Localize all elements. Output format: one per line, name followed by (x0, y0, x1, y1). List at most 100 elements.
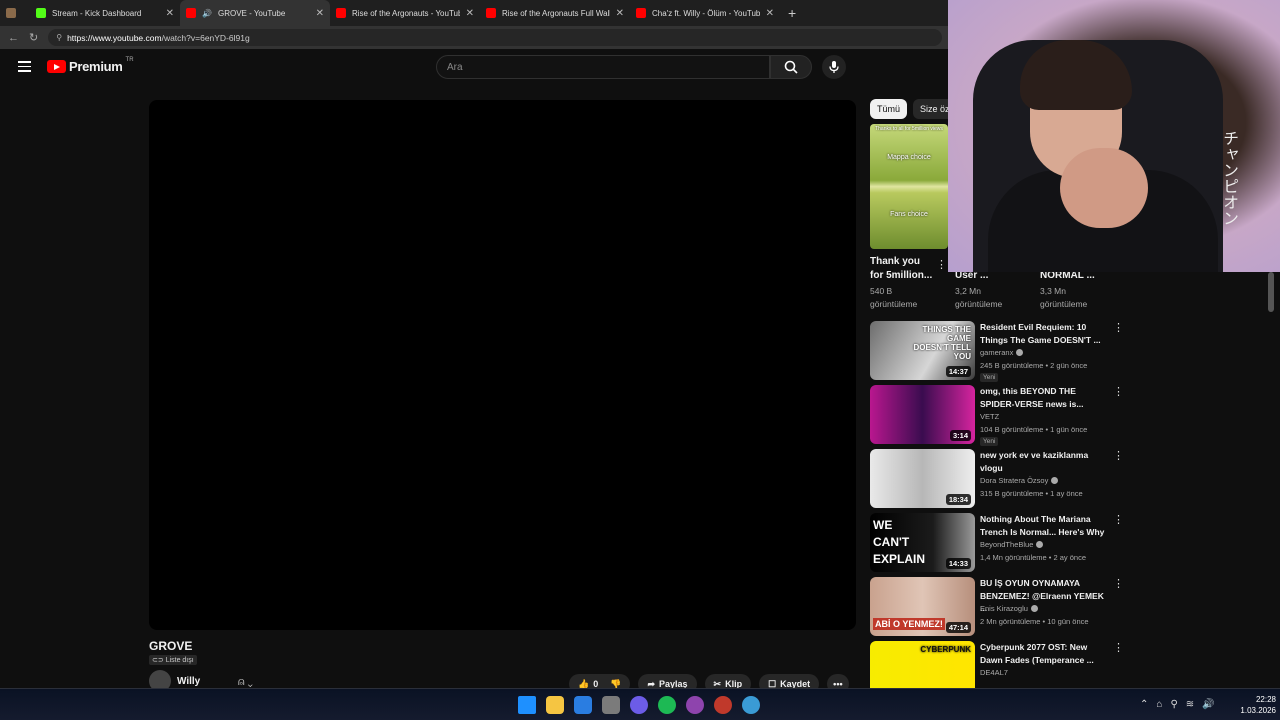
recommended-video[interactable]: WE CAN'T EXPLAIN 14:33 Nothing About The M… (870, 513, 1130, 573)
browser-tab[interactable]: Rise of the Argonauts Full Walkthr ✕ (480, 0, 630, 26)
video-thumbnail[interactable]: 18:34 (870, 449, 975, 508)
tab-audio-icon[interactable]: 🔊 (202, 9, 212, 18)
short-thumb-label-b: Fans choice (890, 211, 928, 218)
tab-title: Cha'z ft. Willy - Ölüm - YouTube (652, 8, 760, 18)
voice-search-button[interactable] (822, 55, 846, 79)
video-menu-icon[interactable]: ⋮ (1113, 641, 1124, 654)
video-thumbnail[interactable]: ABİ O YENMEZ! 47:14 (870, 577, 975, 636)
video-duration: 18:34 (945, 494, 971, 505)
tab-close-icon[interactable]: ✕ (766, 8, 774, 19)
video-thumbnail[interactable]: WE CAN'T EXPLAIN 14:33 (870, 513, 975, 572)
reload-icon[interactable]: ↻ (29, 31, 38, 44)
short-title[interactable]: Thank you for 5million... (870, 255, 932, 283)
youtube-play-icon (47, 60, 66, 73)
browser-tab[interactable]: Cha'z ft. Willy - Ölüm - YouTube ✕ (630, 0, 780, 26)
taskbar-app-icon[interactable] (658, 696, 676, 714)
taskbar-app-icon[interactable] (518, 696, 536, 714)
video-meta: 315 B görüntüleme • 1 ay önce (980, 489, 1083, 498)
browser-tab[interactable] (0, 0, 30, 26)
browser-tab[interactable]: Stream - Kick Dashboard ✕ (30, 0, 180, 26)
taskbar-clock[interactable]: 22:28 1.03.2026 (1236, 694, 1276, 716)
video-duration: 47:14 (945, 622, 971, 633)
page-scrollbar[interactable] (1268, 272, 1274, 312)
back-icon[interactable]: ← (8, 32, 19, 44)
tab-close-icon[interactable]: ✕ (316, 8, 324, 19)
recommended-video[interactable]: THINGS THE GAME DOESN'T TELL YOU 14:37 Res… (870, 321, 1130, 382)
video-menu-icon[interactable]: ⋮ (1113, 321, 1124, 334)
taskbar-app-icon[interactable] (630, 696, 648, 714)
microphone-icon (829, 61, 839, 73)
search-button[interactable] (770, 55, 812, 79)
tab-close-icon[interactable]: ✕ (466, 8, 474, 19)
video-menu-icon[interactable]: ⋮ (1113, 513, 1124, 526)
video-title[interactable]: Nothing About The Mariana Trench Is Norm… (980, 513, 1108, 538)
taskbar-app-icon[interactable] (714, 696, 732, 714)
video-player[interactable] (149, 100, 856, 630)
taskbar-app-icon[interactable] (602, 696, 620, 714)
video-menu-icon[interactable]: ⋮ (1113, 577, 1124, 590)
short-views: 3,3 Mn görüntüleme (1040, 285, 1087, 311)
taskbar-app-icon[interactable] (546, 696, 564, 714)
system-tray: ⌃ ⌂ ⚲ ≋ 🔊 (1140, 699, 1215, 710)
taskbar-apps (518, 696, 760, 714)
verified-icon (1051, 477, 1059, 484)
video-title[interactable]: Cyberpunk 2077 OST: New Dawn Fades (Temp… (980, 641, 1108, 666)
video-thumbnail[interactable]: 3:14 (870, 385, 975, 444)
browser-tab[interactable]: Rise of the Argonauts - YouTube ✕ (330, 0, 480, 26)
recommended-video[interactable]: 18:34 new york ev ve kaziklanma vlogu Dora… (870, 449, 1130, 509)
video-menu-icon[interactable]: ⋮ (1113, 385, 1124, 398)
thumbnail-caption: ABİ O YENMEZ! (873, 618, 945, 630)
site-info-icon[interactable]: ⚲ (56, 33, 62, 42)
verified-icon (1016, 349, 1024, 356)
clock-date: 1.03.2026 (1240, 706, 1276, 715)
microphone-tray-icon[interactable]: ⚲ (1170, 699, 1177, 710)
short-views-line: görüntüleme (1040, 299, 1088, 309)
short-thumbnail[interactable]: Thanks to all for 5million views Mappa c… (870, 124, 948, 249)
browser-tab[interactable]: 🔊 GROVE - YouTube ✕ (180, 0, 330, 26)
search-icon (784, 60, 798, 74)
short-thumb-top: Thanks to all for 5million views (875, 126, 943, 132)
taskbar-app-icon[interactable] (686, 696, 704, 714)
channel-name[interactable]: BeyondTheBlue (980, 540, 1044, 549)
network-icon[interactable]: ⌂ (1156, 699, 1162, 710)
chip-all[interactable]: Tümü (870, 99, 908, 119)
thumbnail-caption: CYBERPUNK (920, 645, 971, 654)
video-thumbnail[interactable]: THINGS THE GAME DOESN'T TELL YOU 14:37 (870, 321, 975, 380)
taskbar-app-icon[interactable] (742, 696, 760, 714)
channel-name[interactable]: Enis Kirazoglu (980, 604, 1038, 613)
channel-name[interactable]: VETZ (980, 412, 999, 421)
volume-icon[interactable]: 🔊 (1202, 699, 1214, 710)
channel-name[interactable]: Dora Stratera Özsoy (980, 476, 1059, 485)
channel-name[interactable]: DE4AL7 (980, 668, 1008, 677)
search-input[interactable]: Ara (436, 55, 770, 79)
url-field[interactable]: ⚲ https://www.youtube.com/watch?v=6enYD-… (48, 29, 942, 46)
recommended-video[interactable]: 3:14 omg, this BEYOND THE SPIDER-VERSE ne… (870, 385, 1130, 446)
tab-favicon-icon (36, 8, 46, 18)
channel-name[interactable]: gameranx (980, 348, 1024, 357)
url-path: /watch?v=6enYD-6l91g (161, 32, 250, 43)
new-tab-icon[interactable]: + (780, 5, 804, 21)
short-title-line: for 5million... (870, 270, 933, 281)
tray-chevron-icon[interactable]: ⌃ (1140, 699, 1148, 710)
youtube-premium-logo[interactable]: Premium TR (47, 57, 134, 74)
short-menu-icon[interactable]: ⋮ (936, 258, 947, 271)
tab-close-icon[interactable]: ✕ (616, 8, 624, 19)
wifi-icon[interactable]: ≋ (1186, 699, 1194, 710)
video-title[interactable]: omg, this BEYOND THE SPIDER-VERSE news i… (980, 385, 1108, 410)
video-duration: 14:33 (945, 558, 971, 569)
short-views-line: 3,2 Mn (955, 286, 981, 296)
taskbar-app-icon[interactable] (574, 696, 592, 714)
video-title[interactable]: Resident Evil Requiem: 10 Things The Gam… (980, 321, 1108, 346)
url-host: https://www.youtube.com (67, 32, 162, 43)
recommended-video[interactable]: ABİ O YENMEZ! 47:14 BU İŞ OYUN OYNAMAYA BE… (870, 577, 1130, 637)
video-meta: 2 Mn görüntüleme • 10 gün önce (980, 617, 1089, 626)
menu-icon[interactable] (18, 61, 31, 72)
video-title[interactable]: new york ev ve kaziklanma vlogu (980, 449, 1108, 474)
youtube-masthead: Premium TR Ara (0, 49, 948, 89)
channel-name[interactable]: Willy (177, 676, 200, 687)
thumbnail-caption: WE CAN'T EXPLAIN (873, 518, 926, 566)
tab-close-icon[interactable]: ✕ (166, 8, 174, 19)
video-menu-icon[interactable]: ⋮ (1113, 449, 1124, 462)
short-views: 3,2 Mn görüntüleme (955, 285, 1002, 311)
search-placeholder: Ara (447, 61, 463, 73)
